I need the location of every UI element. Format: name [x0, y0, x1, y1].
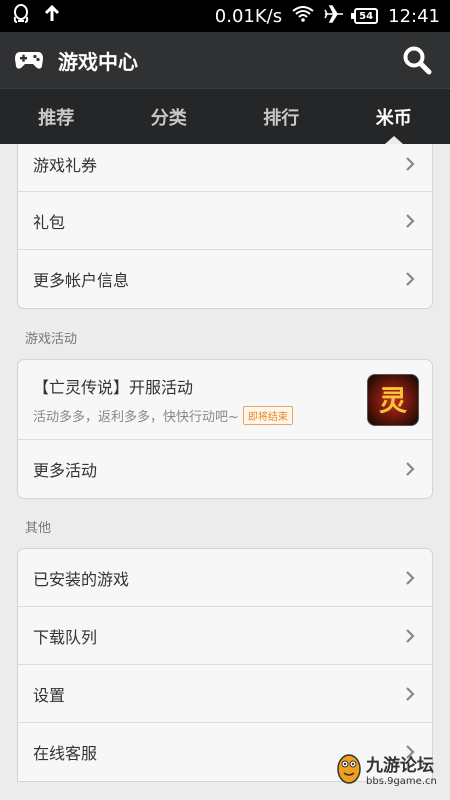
status-bar: 0.01K/s 54 12:41 [0, 0, 450, 32]
list-item-label: 下载队列 [33, 627, 98, 647]
tab-recommend[interactable]: 推荐 [0, 89, 113, 144]
activity-subtitle: 活动多多，返利多多，快快行动吧~ [33, 410, 239, 425]
main-content: 游戏礼券 礼包 更多帐户信息 游戏活动 【亡灵传说】开服活动 活动多多，返利多多… [0, 144, 450, 800]
status-badge: 即将结束 [242, 406, 293, 425]
list-item-label: 更多活动 [33, 461, 98, 480]
airplane-icon [324, 4, 344, 28]
search-icon[interactable] [402, 45, 432, 75]
chevron-right-icon [404, 271, 416, 287]
network-speed: 0.01K/s [214, 5, 283, 27]
list-item-gift-pack[interactable]: 礼包 [18, 192, 432, 250]
chevron-right-icon [404, 570, 416, 586]
tab-mi-coin[interactable]: 米币 [338, 89, 450, 144]
list-item-label: 礼包 [33, 212, 66, 232]
list-item-settings[interactable]: 设置 [18, 665, 432, 723]
list-item-more-activities[interactable]: 更多活动 [18, 440, 432, 498]
list-item-game-coupon[interactable]: 游戏礼券 [18, 144, 432, 192]
wifi-icon [292, 5, 314, 27]
list-item-label: 游戏礼券 [33, 155, 98, 175]
list-item-label: 已安装的游戏 [33, 569, 130, 589]
clock: 12:41 [388, 5, 440, 27]
gamepad-icon [14, 49, 44, 71]
tab-ranking[interactable]: 排行 [225, 89, 338, 144]
activity-item[interactable]: 【亡灵传说】开服活动 活动多多，返利多多，快快行动吧~ 即将结束 灵 [18, 360, 432, 440]
watermark: 九游论坛 bbs.9game.cn [336, 746, 446, 792]
chevron-right-icon [404, 628, 416, 644]
section-title-activities: 游戏活动 [25, 332, 78, 347]
mascot-logo-icon [336, 749, 362, 789]
app-header: 游戏中心 [0, 32, 450, 88]
svg-text:灵: 灵 [379, 384, 407, 417]
watermark-name: 九游论坛 [366, 756, 434, 776]
game-icon: 灵 [367, 373, 419, 426]
chevron-right-icon [404, 156, 416, 172]
page-title: 游戏中心 [58, 49, 138, 74]
chevron-right-icon [404, 213, 416, 229]
list-item-label: 设置 [33, 685, 66, 705]
account-card: 游戏礼券 礼包 更多帐户信息 [17, 144, 433, 309]
activity-title: 【亡灵传说】开服活动 [33, 378, 194, 397]
activities-card: 【亡灵传说】开服活动 活动多多，返利多多，快快行动吧~ 即将结束 灵 更多活动 [17, 359, 433, 499]
upload-arrow-icon [44, 4, 60, 27]
list-item-label: 更多帐户信息 [33, 271, 130, 290]
chevron-right-icon [404, 686, 416, 702]
watermark-url: bbs.9game.cn [366, 776, 437, 787]
chevron-right-icon [404, 461, 416, 477]
tab-bar: 推荐 分类 排行 米币 [0, 88, 450, 144]
qq-icon [12, 4, 30, 28]
list-item-download-queue[interactable]: 下载队列 [18, 607, 432, 665]
tab-category[interactable]: 分类 [113, 89, 226, 144]
list-item-installed-games[interactable]: 已安装的游戏 [18, 549, 432, 607]
list-item-more-account-info[interactable]: 更多帐户信息 [18, 250, 432, 308]
battery-indicator: 54 [351, 8, 379, 24]
section-title-other: 其他 [25, 521, 52, 536]
